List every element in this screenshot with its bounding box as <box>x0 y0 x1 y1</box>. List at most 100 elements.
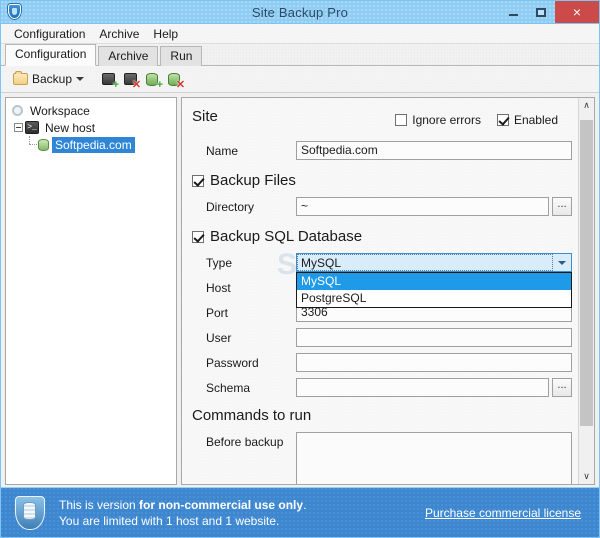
type-row: Type MySQL MySQL PostgreSQL <box>192 251 572 308</box>
chevron-down-icon[interactable] <box>553 254 571 271</box>
license-message: This is version for non-commercial use o… <box>59 497 425 529</box>
port-label: Port <box>206 305 229 320</box>
tab-bar: Configuration Archive Run <box>1 44 599 66</box>
checkbox-checked-icon[interactable] <box>192 230 204 243</box>
scrollbar-track[interactable] <box>579 113 594 469</box>
type-combobox[interactable]: MySQL <box>296 253 572 272</box>
form-content: Site Ignore errors Enabled Name Softpedi… <box>182 98 594 484</box>
enabled-checkbox[interactable]: Enabled <box>496 112 558 127</box>
license-emphasis: for non-commercial use only <box>139 497 304 512</box>
user-input[interactable] <box>296 328 572 347</box>
menu-item-configuration[interactable]: Configuration <box>7 26 92 42</box>
gear-icon <box>11 104 24 117</box>
license-line-2: You are limited with 1 host and 1 websit… <box>59 513 280 528</box>
remove-host-button[interactable]: ✕ <box>120 69 142 91</box>
checkbox-checked-icon[interactable] <box>192 174 204 187</box>
tree-item-workspace[interactable]: Workspace <box>8 102 174 119</box>
license-line-1: This is version for non-commercial use o… <box>59 497 425 513</box>
dropdown-option-postgresql[interactable]: PostgreSQL <box>297 290 571 307</box>
password-label: Password <box>206 355 259 370</box>
license-prefix: This is version <box>59 497 140 512</box>
menu-item-archive[interactable]: Archive <box>92 26 146 42</box>
close-button[interactable]: × <box>555 1 599 23</box>
scroll-up-button[interactable]: ∧ <box>579 98 594 113</box>
workspace-tree[interactable]: Workspace >_ New host Softpedia.com <box>5 97 177 485</box>
license-banner: This is version for non-commercial use o… <box>1 487 599 537</box>
app-window: Site Backup Pro × Configuration Archive … <box>0 0 600 538</box>
menu-bar: Configuration Archive Help <box>1 24 599 44</box>
folder-icon <box>13 71 28 85</box>
enabled-label: Enabled <box>513 112 558 127</box>
password-input[interactable] <box>296 353 572 372</box>
type-label: Type <box>206 255 233 270</box>
site-section-title: Site <box>192 108 218 125</box>
name-label: Name <box>206 143 239 158</box>
user-label: User <box>206 330 232 345</box>
schema-input[interactable] <box>296 378 549 397</box>
cross-badge-icon: ✕ <box>131 79 142 91</box>
minimize-icon <box>508 14 518 16</box>
shield-icon <box>6 3 24 21</box>
toolbar: Backup + ✕ + ✕ <box>1 66 599 93</box>
dropdown-option-mysql[interactable]: MySQL <box>297 273 571 290</box>
scrollbar-thumb[interactable] <box>580 120 593 427</box>
plus-badge-icon: + <box>156 79 164 91</box>
configuration-form-panel: SOFTPEDIA Site Ignore errors Enabled <box>181 97 595 485</box>
type-combobox-value: MySQL <box>301 255 342 270</box>
schema-row: Schema ... <box>192 376 572 399</box>
directory-label: Directory <box>206 199 255 214</box>
schema-label: Schema <box>206 380 251 395</box>
before-backup-row: Before backup <box>192 432 572 484</box>
form-scrollbar[interactable]: ∧ ∨ <box>578 98 594 484</box>
tab-archive[interactable]: Archive <box>98 46 159 66</box>
main-body: Workspace >_ New host Softpedia.com SOFT… <box>1 93 599 487</box>
directory-input[interactable]: ~ <box>296 197 549 216</box>
maximize-button[interactable] <box>527 1 555 23</box>
title-bar: Site Backup Pro × <box>1 1 599 24</box>
directory-browse-button[interactable]: ... <box>552 197 572 216</box>
add-database-button[interactable]: + <box>142 69 164 91</box>
password-row: Password <box>192 351 572 374</box>
collapse-toggle-icon[interactable] <box>14 123 23 132</box>
user-row: User <box>192 326 572 349</box>
schema-browse-button[interactable]: ... <box>552 378 572 397</box>
tab-run[interactable]: Run <box>160 46 203 66</box>
before-backup-textarea[interactable] <box>296 432 572 484</box>
commands-section-title: Commands to run <box>192 407 312 424</box>
maximize-icon <box>536 7 546 17</box>
ignore-errors-label: Ignore errors <box>412 112 481 127</box>
before-backup-label: Before backup <box>206 435 284 449</box>
ignore-errors-checkbox[interactable]: Ignore errors <box>395 113 481 127</box>
cross-badge-icon: ✕ <box>175 79 186 91</box>
backup-button-label: Backup <box>32 72 73 86</box>
tree-item-host[interactable]: >_ New host <box>8 119 174 136</box>
host-label: Host <box>206 280 231 295</box>
menu-item-help[interactable]: Help <box>146 26 185 42</box>
backup-sql-group[interactable]: Backup SQL Database <box>192 228 572 245</box>
database-icon <box>38 138 49 151</box>
purchase-license-link[interactable]: Purchase commercial license <box>425 506 587 520</box>
terminal-icon: >_ <box>25 121 39 134</box>
scroll-down-button[interactable]: ∨ <box>579 469 594 484</box>
tab-configuration[interactable]: Configuration <box>5 44 97 66</box>
backup-dropdown-button[interactable]: Backup <box>9 70 88 88</box>
remove-database-button[interactable]: ✕ <box>164 69 186 91</box>
type-dropdown-list[interactable]: MySQL PostgreSQL <box>296 272 572 308</box>
backup-files-group[interactable]: Backup Files <box>192 172 572 189</box>
shield-database-icon <box>15 495 45 530</box>
tree-item-label: New host <box>45 120 96 135</box>
tree-item-site[interactable]: Softpedia.com <box>8 136 174 153</box>
site-section-header: Site Ignore errors Enabled <box>192 106 572 133</box>
backup-files-label: Backup Files <box>210 172 296 189</box>
directory-row: Directory ~ ... <box>192 195 572 218</box>
chevron-down-icon <box>76 77 85 81</box>
add-host-button[interactable]: + <box>98 69 119 91</box>
name-row: Name Softpedia.com <box>192 139 572 162</box>
window-controls: × <box>499 1 599 23</box>
license-suffix: . <box>303 497 307 512</box>
name-input[interactable]: Softpedia.com <box>296 141 572 160</box>
checkbox-icon <box>395 113 408 126</box>
type-combobox-wrapper: MySQL MySQL PostgreSQL <box>296 253 572 308</box>
tree-connector <box>24 136 38 153</box>
minimize-button[interactable] <box>499 1 527 23</box>
